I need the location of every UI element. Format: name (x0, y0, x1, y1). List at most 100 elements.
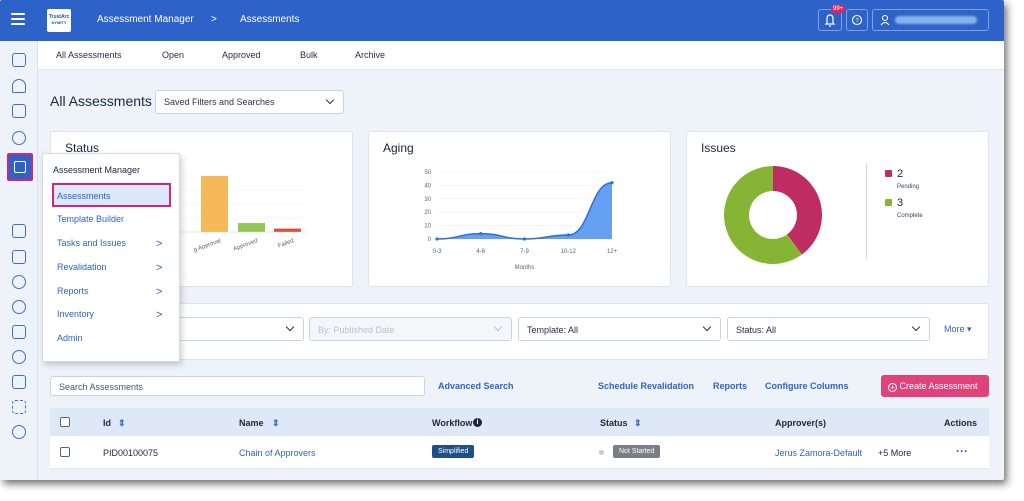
y-tick-label: 0 (428, 237, 432, 243)
flyout-item-inventory[interactable]: Inventory (57, 309, 94, 319)
select-all-checkbox[interactable] (60, 417, 70, 427)
column-header-status[interactable]: Status (600, 418, 628, 428)
tab-archive[interactable]: Archive (355, 50, 385, 60)
flyout-item-revalidation[interactable]: Revalidation (57, 262, 107, 272)
help-button[interactable]: ? (846, 9, 868, 31)
data-point (566, 233, 570, 237)
chevron-down-icon (285, 322, 295, 332)
data-point (479, 232, 483, 236)
data-flow-icon[interactable] (12, 275, 26, 289)
sort-icon[interactable]: ⇕ (118, 418, 126, 429)
configure-columns-link[interactable]: Configure Columns (765, 381, 849, 391)
chevron-right-icon: > (156, 286, 163, 298)
saved-filters-dropdown[interactable]: Saved Filters and Searches (155, 90, 344, 114)
tick-label: Failed (277, 238, 294, 249)
logo-subtext: NYMITY (51, 20, 67, 25)
legend-value-complete: 3 (897, 197, 904, 209)
search-input[interactable]: Search Assessments (50, 376, 425, 396)
filter-dropdown-1[interactable] (170, 317, 304, 341)
column-header-approvers: Approver(s) (775, 418, 827, 428)
status-filter-dropdown[interactable]: Status: All (727, 317, 930, 341)
column-header-id[interactable]: Id (103, 418, 111, 428)
search-placeholder: Search Assessments (59, 382, 144, 392)
data-point (522, 237, 527, 241)
question-circle-icon: ? (851, 14, 863, 26)
x-tick-label: 10-12 (561, 249, 577, 255)
tab-all-assessments[interactable]: All Assessments (56, 50, 122, 60)
flyout-heading: Assessment Manager (53, 165, 141, 175)
bar (201, 176, 228, 232)
published-date-label: By: Published Date (318, 325, 395, 335)
advanced-search-link[interactable]: Advanced Search (438, 381, 514, 391)
approver-more-link[interactable]: +5 More (878, 448, 911, 458)
column-header-workflow: Workflow (432, 418, 473, 428)
breadcrumb-separator: > (211, 14, 217, 25)
more-filters-link[interactable]: More ▾ (944, 324, 972, 335)
user-menu-button[interactable] (872, 9, 989, 31)
user-name-redacted (895, 16, 977, 24)
issues-card: Issues 2 Pending 3 Complete (686, 131, 989, 287)
reports-link[interactable]: Reports (713, 381, 747, 391)
breadcrumb-assessments: Assessments (240, 14, 300, 25)
chevron-right-icon: > (156, 238, 163, 250)
template-filter-dropdown[interactable]: Template: All (518, 317, 721, 341)
row-actions-menu-icon[interactable]: ··· (956, 444, 968, 458)
flyout-item-template-builder[interactable]: Template Builder (57, 214, 124, 224)
tabs-bar: All Assessments Open Approved Bulk Archi… (38, 41, 1004, 70)
chevron-down-icon (702, 322, 712, 332)
y-tick-label: 40 (424, 183, 431, 189)
notifications-nav-icon[interactable] (12, 79, 26, 93)
tick-label: Approved (232, 238, 258, 252)
documents-icon[interactable] (12, 104, 26, 118)
column-header-name[interactable]: Name (239, 418, 264, 428)
app-window: TrustArc NYMITY Assessment Manager > Ass… (0, 0, 1004, 480)
svg-text:?: ? (855, 18, 859, 24)
flyout-item-tasks-and-issues[interactable]: Tasks and Issues (57, 238, 126, 248)
sort-icon[interactable]: ⇕ (634, 418, 642, 429)
create-assessment-button[interactable]: + Create Assessment (881, 375, 989, 397)
network-icon[interactable] (12, 131, 26, 145)
row-checkbox[interactable] (60, 447, 70, 457)
data-point (610, 181, 614, 185)
assessment-manager-nav-icon[interactable] (7, 153, 33, 181)
status-badge: Not Started (613, 445, 661, 458)
home-icon[interactable] (12, 53, 26, 67)
flyout-item-admin[interactable]: Admin (57, 333, 83, 343)
tasks-icon[interactable] (12, 250, 26, 264)
company-logo[interactable]: TrustArc NYMITY (47, 9, 71, 32)
flyout-item-assessments[interactable]: Assessments (57, 191, 111, 201)
tab-bulk[interactable]: Bulk (300, 50, 318, 60)
workflow-icon[interactable] (12, 400, 26, 414)
tab-open[interactable]: Open (162, 50, 184, 60)
breadcrumb-assessment-manager[interactable]: Assessment Manager (97, 14, 194, 25)
sort-icon[interactable]: ⇕ (272, 418, 280, 429)
y-tick-label: 30 (424, 197, 431, 203)
globe-icon[interactable] (12, 350, 26, 364)
info-icon[interactable]: i (473, 418, 482, 427)
table-row[interactable]: PID00100075 Chain of Approvers Simplifie… (50, 436, 989, 469)
left-nav-rail (0, 41, 38, 480)
legend-label-complete: Complete (897, 213, 923, 219)
id-card-icon[interactable] (12, 224, 26, 238)
plus-circle-icon: + (888, 383, 897, 392)
area-fill (437, 182, 612, 239)
report-icon[interactable] (12, 325, 26, 339)
privacy-icon[interactable] (12, 300, 26, 314)
workflow-badge: Simplified (432, 445, 475, 458)
legend-divider (866, 163, 867, 259)
row-name-link[interactable]: Chain of Approvers (239, 448, 316, 458)
chevron-down-icon (325, 95, 335, 105)
file-icon[interactable] (12, 375, 26, 389)
approver-link[interactable]: Jerus Zamora-Default (775, 448, 862, 458)
tab-approved[interactable]: Approved (222, 50, 261, 60)
aging-card: Aging 0 10 20 30 40 50 0-3 4-6 7-9 10-12 12+ Months (368, 131, 671, 287)
bar (274, 228, 301, 232)
chevron-down-icon (911, 322, 921, 332)
user-icon (880, 14, 890, 26)
flyout-item-reports[interactable]: Reports (57, 286, 89, 296)
x-axis-label: Months (515, 265, 535, 271)
hamburger-menu-icon[interactable] (11, 13, 25, 25)
legend-swatch-pending (885, 170, 892, 177)
schedule-revalidation-link[interactable]: Schedule Revalidation (598, 381, 694, 391)
settings-icon[interactable] (12, 425, 26, 439)
